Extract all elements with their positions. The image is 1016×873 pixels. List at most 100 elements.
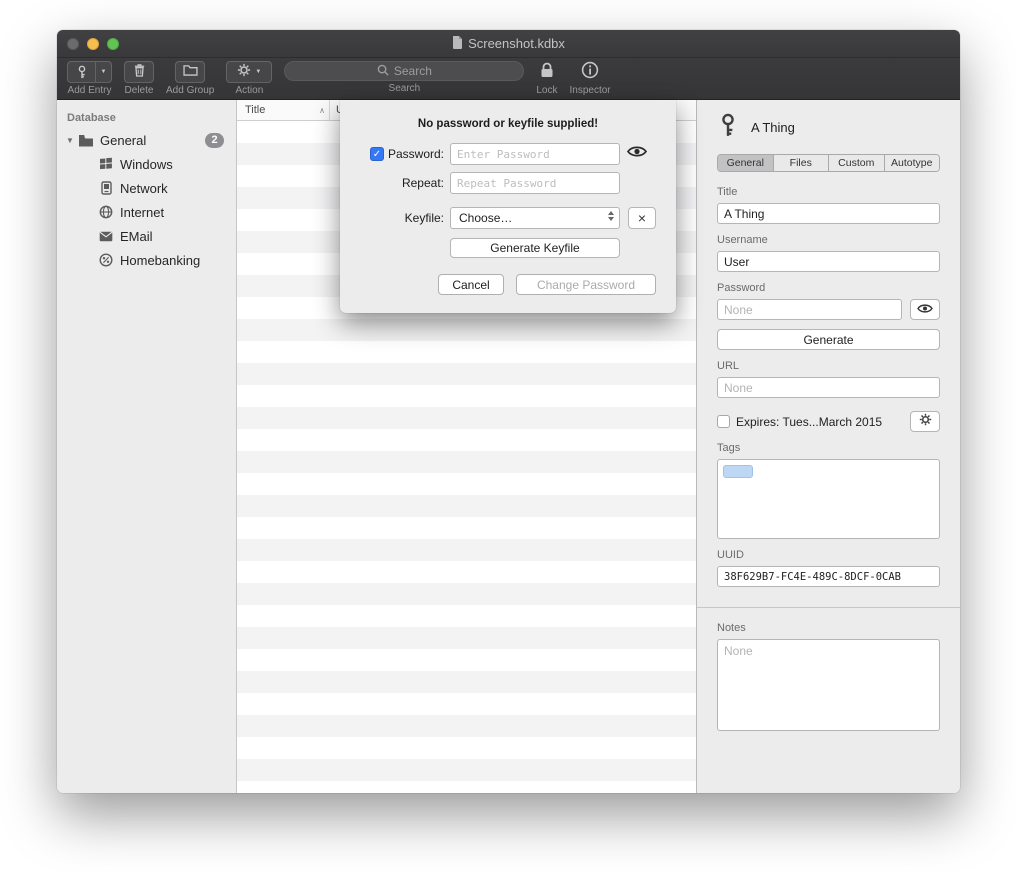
sidebar-item-label: Homebanking	[120, 253, 200, 268]
url-field[interactable]	[717, 377, 940, 398]
tab-general[interactable]: General	[718, 155, 774, 171]
show-password-toggle[interactable]	[620, 145, 654, 163]
chevron-down-icon[interactable]: ▼	[96, 62, 111, 82]
dialog-message: No password or keyfile supplied!	[340, 118, 676, 130]
sidebar-group-label: General	[100, 133, 146, 148]
title-field[interactable]	[717, 203, 940, 224]
action-group: ▼ Action	[226, 61, 272, 96]
search-placeholder: Search	[394, 64, 432, 78]
expires-settings-button[interactable]	[910, 411, 940, 432]
password-input[interactable]	[450, 143, 620, 165]
info-icon	[581, 61, 599, 84]
search-icon	[377, 64, 389, 79]
generate-keyfile-button[interactable]: Generate Keyfile	[450, 238, 620, 258]
change-password-button[interactable]: Change Password	[516, 274, 656, 295]
tags-label: Tags	[717, 442, 940, 454]
clear-keyfile-button[interactable]: ×	[628, 207, 656, 229]
lock-label: Lock	[536, 85, 557, 96]
folder-icon	[183, 63, 198, 81]
eye-icon	[917, 301, 933, 319]
username-field[interactable]	[717, 251, 940, 272]
cancel-button[interactable]: Cancel	[438, 274, 504, 295]
dialog-buttons: Cancel Change Password	[340, 274, 676, 295]
tag-pill[interactable]	[723, 465, 753, 478]
title-field-label: Title	[717, 186, 940, 198]
delete-group: Delete	[124, 61, 154, 96]
check-icon: ✓	[373, 149, 381, 160]
key-icon	[68, 62, 96, 82]
keyfile-row: Keyfile: Choose… ×	[340, 207, 676, 229]
show-password-button[interactable]	[910, 299, 940, 320]
inspector-group: Inspector	[570, 61, 611, 96]
desktop: Screenshot.kdbx ▼ Add Entry	[0, 0, 1016, 873]
chevron-down-icon: ▼	[255, 69, 261, 75]
toolbar: ▼ Add Entry Delete Add Group	[57, 58, 960, 100]
notes-field[interactable]	[717, 639, 940, 731]
tab-autotype[interactable]: Autotype	[885, 155, 940, 171]
document-icon	[452, 36, 463, 52]
windows-icon	[97, 157, 115, 171]
add-entry-label: Add Entry	[68, 85, 112, 96]
add-group-label: Add Group	[166, 85, 214, 96]
sidebar: Database ▼ General 2 Windows	[57, 100, 237, 793]
keyfile-popup[interactable]: Choose…	[450, 207, 620, 229]
delete-button[interactable]	[124, 61, 154, 83]
sidebar-item-homebanking[interactable]: Homebanking	[57, 248, 236, 272]
coin-icon	[97, 253, 115, 267]
search-group: Search Search	[284, 61, 524, 94]
action-button[interactable]: ▼	[226, 61, 272, 83]
generate-password-button[interactable]: Generate	[717, 329, 940, 350]
sidebar-item-internet[interactable]: Internet	[57, 200, 236, 224]
stepper-icon	[608, 211, 614, 221]
close-icon: ×	[638, 210, 646, 226]
window-title: Screenshot.kdbx	[468, 36, 565, 51]
repeat-row: Repeat:	[340, 172, 676, 194]
column-header-title[interactable]: Title ∧	[237, 100, 330, 120]
tab-custom[interactable]: Custom	[829, 155, 885, 171]
lock-button[interactable]	[538, 61, 556, 83]
password-label: Password:	[388, 147, 444, 161]
sort-ascending-icon: ∧	[319, 106, 325, 115]
add-entry-button[interactable]: ▼	[67, 61, 112, 83]
zoom-button[interactable]	[107, 38, 119, 50]
uuid-label: UUID	[717, 549, 940, 561]
uuid-field[interactable]	[717, 566, 940, 587]
keyfile-label: Keyfile:	[405, 211, 444, 225]
sidebar-item-email[interactable]: EMail	[57, 224, 236, 248]
envelope-icon	[97, 231, 115, 242]
lock-icon	[538, 61, 556, 84]
inspector-label: Inspector	[570, 85, 611, 96]
lock-group: Lock	[536, 61, 557, 96]
expires-checkbox[interactable]	[717, 415, 730, 428]
minimize-button[interactable]	[87, 38, 99, 50]
add-group-button[interactable]	[175, 61, 205, 83]
password-checkbox[interactable]: ✓	[370, 147, 384, 161]
sidebar-item-windows[interactable]: Windows	[57, 152, 236, 176]
repeat-label: Repeat:	[402, 176, 444, 190]
sidebar-item-network[interactable]: Network	[57, 176, 236, 200]
keyfile-value: Choose…	[459, 211, 512, 225]
window-controls	[67, 30, 119, 58]
close-button[interactable]	[67, 38, 79, 50]
key-icon	[717, 113, 739, 142]
action-label: Action	[235, 85, 263, 96]
disclosure-triangle-icon[interactable]: ▼	[63, 136, 77, 145]
tags-box[interactable]	[717, 459, 940, 539]
search-input[interactable]: Search	[284, 61, 524, 81]
password-field-label: Password	[717, 282, 940, 294]
eye-icon	[627, 145, 647, 163]
repeat-input[interactable]	[450, 172, 620, 194]
password-field[interactable]	[717, 299, 902, 320]
inspector-header: A Thing	[717, 112, 940, 142]
sidebar-item-label: EMail	[120, 229, 153, 244]
password-dialog: No password or keyfile supplied! ✓ Passw…	[340, 100, 676, 313]
inspector-panel: A Thing General Files Custom Autotype Ti…	[696, 100, 960, 793]
sidebar-group-general[interactable]: ▼ General 2	[57, 128, 236, 152]
globe-icon	[97, 205, 115, 219]
inspector-button[interactable]	[581, 61, 599, 83]
tab-files[interactable]: Files	[774, 155, 830, 171]
window-title-area: Screenshot.kdbx	[452, 36, 565, 52]
add-group-group: Add Group	[166, 61, 214, 96]
entry-count-badge: 2	[205, 133, 224, 148]
inspector-tabs: General Files Custom Autotype	[717, 154, 940, 172]
